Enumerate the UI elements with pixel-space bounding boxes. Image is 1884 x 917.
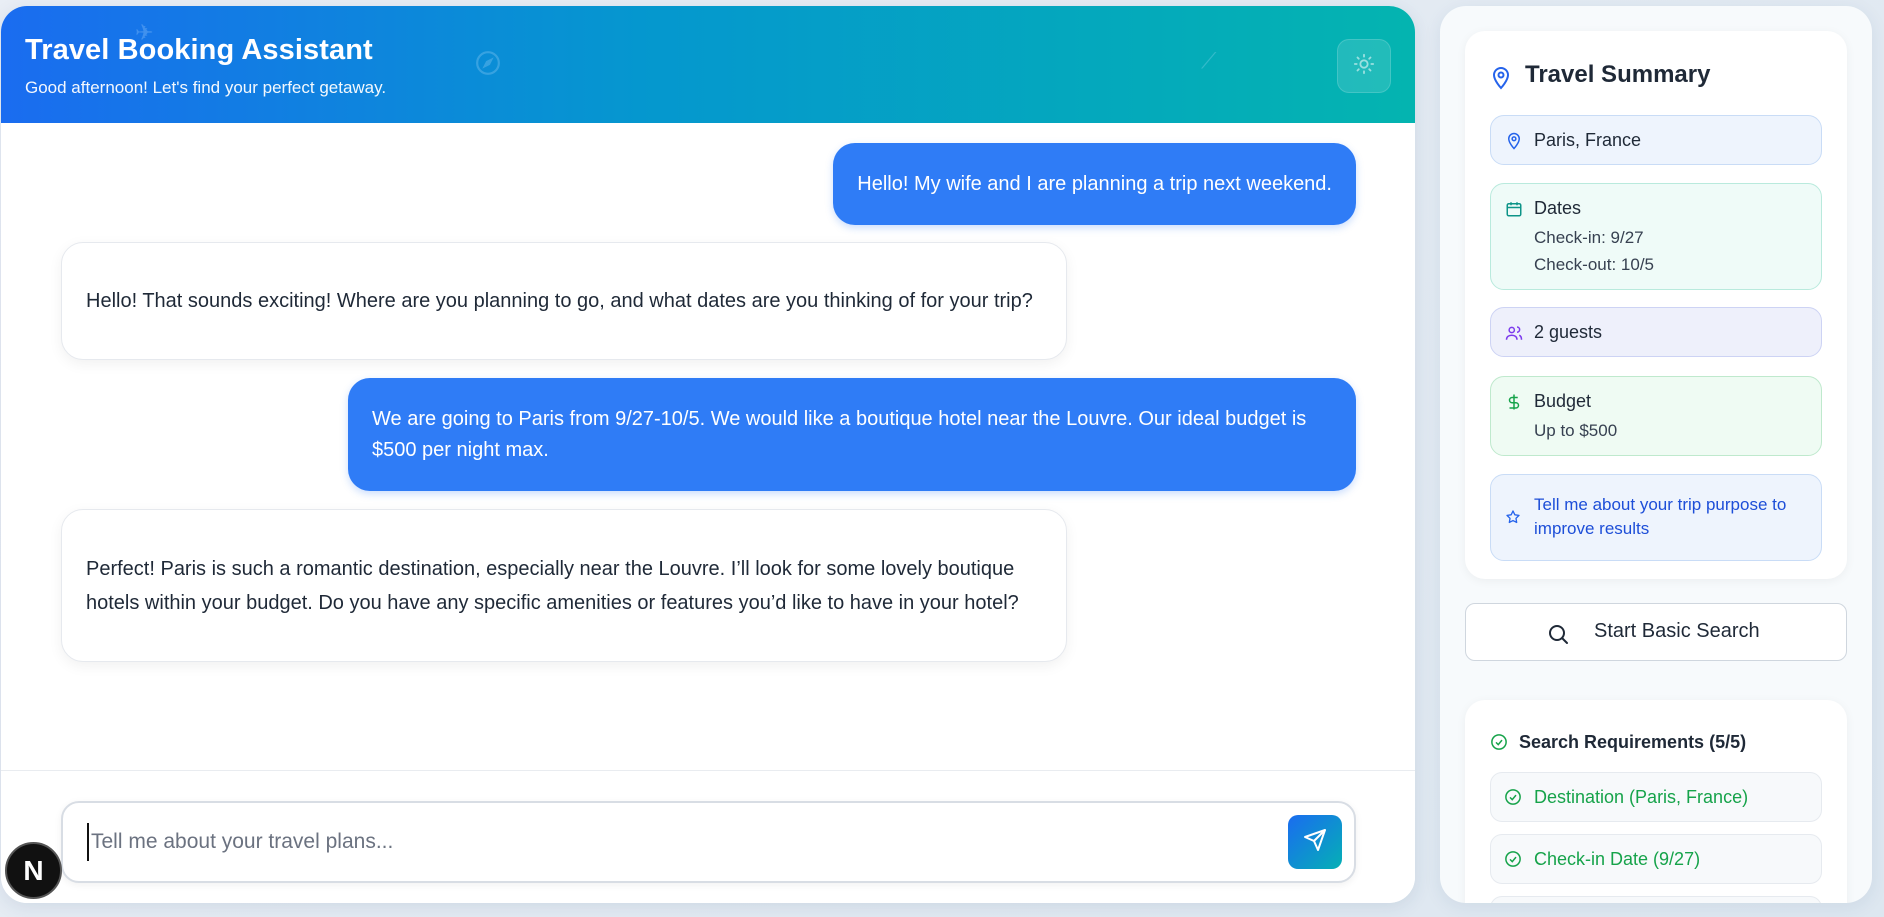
budget-value: Up to $500: [1534, 421, 1618, 440]
search-icon: [1546, 622, 1570, 652]
checkout-value: Check-out: 10/5: [1534, 255, 1655, 274]
trip-purpose-text: Tell me about your trip purpose to impro…: [1534, 495, 1787, 538]
search-requirements-card: Search Requirements (5/5) Destination (P…: [1465, 700, 1847, 903]
assistant-message: Perfect! Paris is such a romantic destin…: [61, 509, 1067, 662]
check-circle-icon: [1490, 733, 1508, 756]
trip-purpose-prompt[interactable]: Tell me about your trip purpose to impro…: [1490, 474, 1822, 561]
page-subtitle: Good afternoon! Let's find your perfect …: [25, 78, 387, 97]
composer-area: [1, 770, 1415, 903]
guests-value: 2 guests: [1534, 322, 1603, 342]
plane-decoration-icon: ✈: [135, 20, 154, 45]
map-pin-decoration-icon: ⟋: [1201, 48, 1217, 73]
chat-header: Travel Booking Assistant Good afternoon!…: [1, 6, 1415, 123]
map-pin-icon: [1505, 132, 1523, 155]
dollar-icon: [1505, 393, 1523, 416]
dates-item: Dates Check-in: 9/27 Check-out: 10/5: [1490, 183, 1822, 290]
check-circle-icon: [1504, 850, 1522, 873]
compass-decoration-icon: [475, 50, 501, 82]
user-message: Hello! My wife and I are planning a trip…: [833, 143, 1356, 225]
user-message: We are going to Paris from 9/27-10/5. We…: [348, 378, 1356, 491]
map-pin-icon: [1489, 66, 1513, 95]
calendar-icon: [1505, 200, 1523, 223]
travel-summary-card: Travel Summary Paris, France Dates Check…: [1465, 31, 1847, 579]
search-button-label: Start Basic Search: [1594, 620, 1760, 642]
requirement-item: Destination (Paris, France): [1490, 772, 1822, 822]
message-list: Hello! My wife and I are planning a trip…: [1, 123, 1415, 776]
sun-icon: [1353, 53, 1375, 80]
requirement-label: Check-in Date (9/27): [1534, 849, 1701, 869]
dates-label: Dates: [1534, 198, 1582, 218]
page-title: Travel Booking Assistant: [25, 34, 373, 66]
send-icon: [1303, 828, 1327, 857]
budget-label: Budget: [1534, 391, 1592, 411]
message-input[interactable]: [87, 823, 1237, 861]
destination-item: Paris, France: [1490, 115, 1822, 165]
composer: [61, 801, 1356, 883]
budget-item: Budget Up to $500: [1490, 376, 1822, 456]
assistant-message: Hello! That sounds exciting! Where are y…: [61, 242, 1067, 360]
requirements-title: Search Requirements (5/5): [1519, 732, 1747, 752]
send-button[interactable]: [1288, 815, 1342, 869]
destination-value: Paris, France: [1534, 130, 1642, 150]
star-icon: [1505, 509, 1521, 530]
side-panel: Travel Summary Paris, France Dates Check…: [1440, 6, 1872, 903]
users-icon: [1505, 324, 1523, 347]
theme-toggle-button[interactable]: [1337, 39, 1391, 93]
requirement-item: Check-in Date (9/27): [1490, 834, 1822, 884]
checkin-value: Check-in: 9/27: [1534, 228, 1644, 247]
framework-badge[interactable]: N: [5, 842, 62, 899]
guests-item: 2 guests: [1490, 307, 1822, 357]
chat-panel: Travel Booking Assistant Good afternoon!…: [1, 6, 1415, 903]
requirement-label: Destination (Paris, France): [1534, 787, 1749, 807]
check-circle-icon: [1504, 788, 1522, 811]
requirement-item: [1490, 896, 1822, 903]
summary-title: Travel Summary: [1525, 61, 1711, 88]
start-basic-search-button[interactable]: Start Basic Search: [1465, 603, 1847, 661]
